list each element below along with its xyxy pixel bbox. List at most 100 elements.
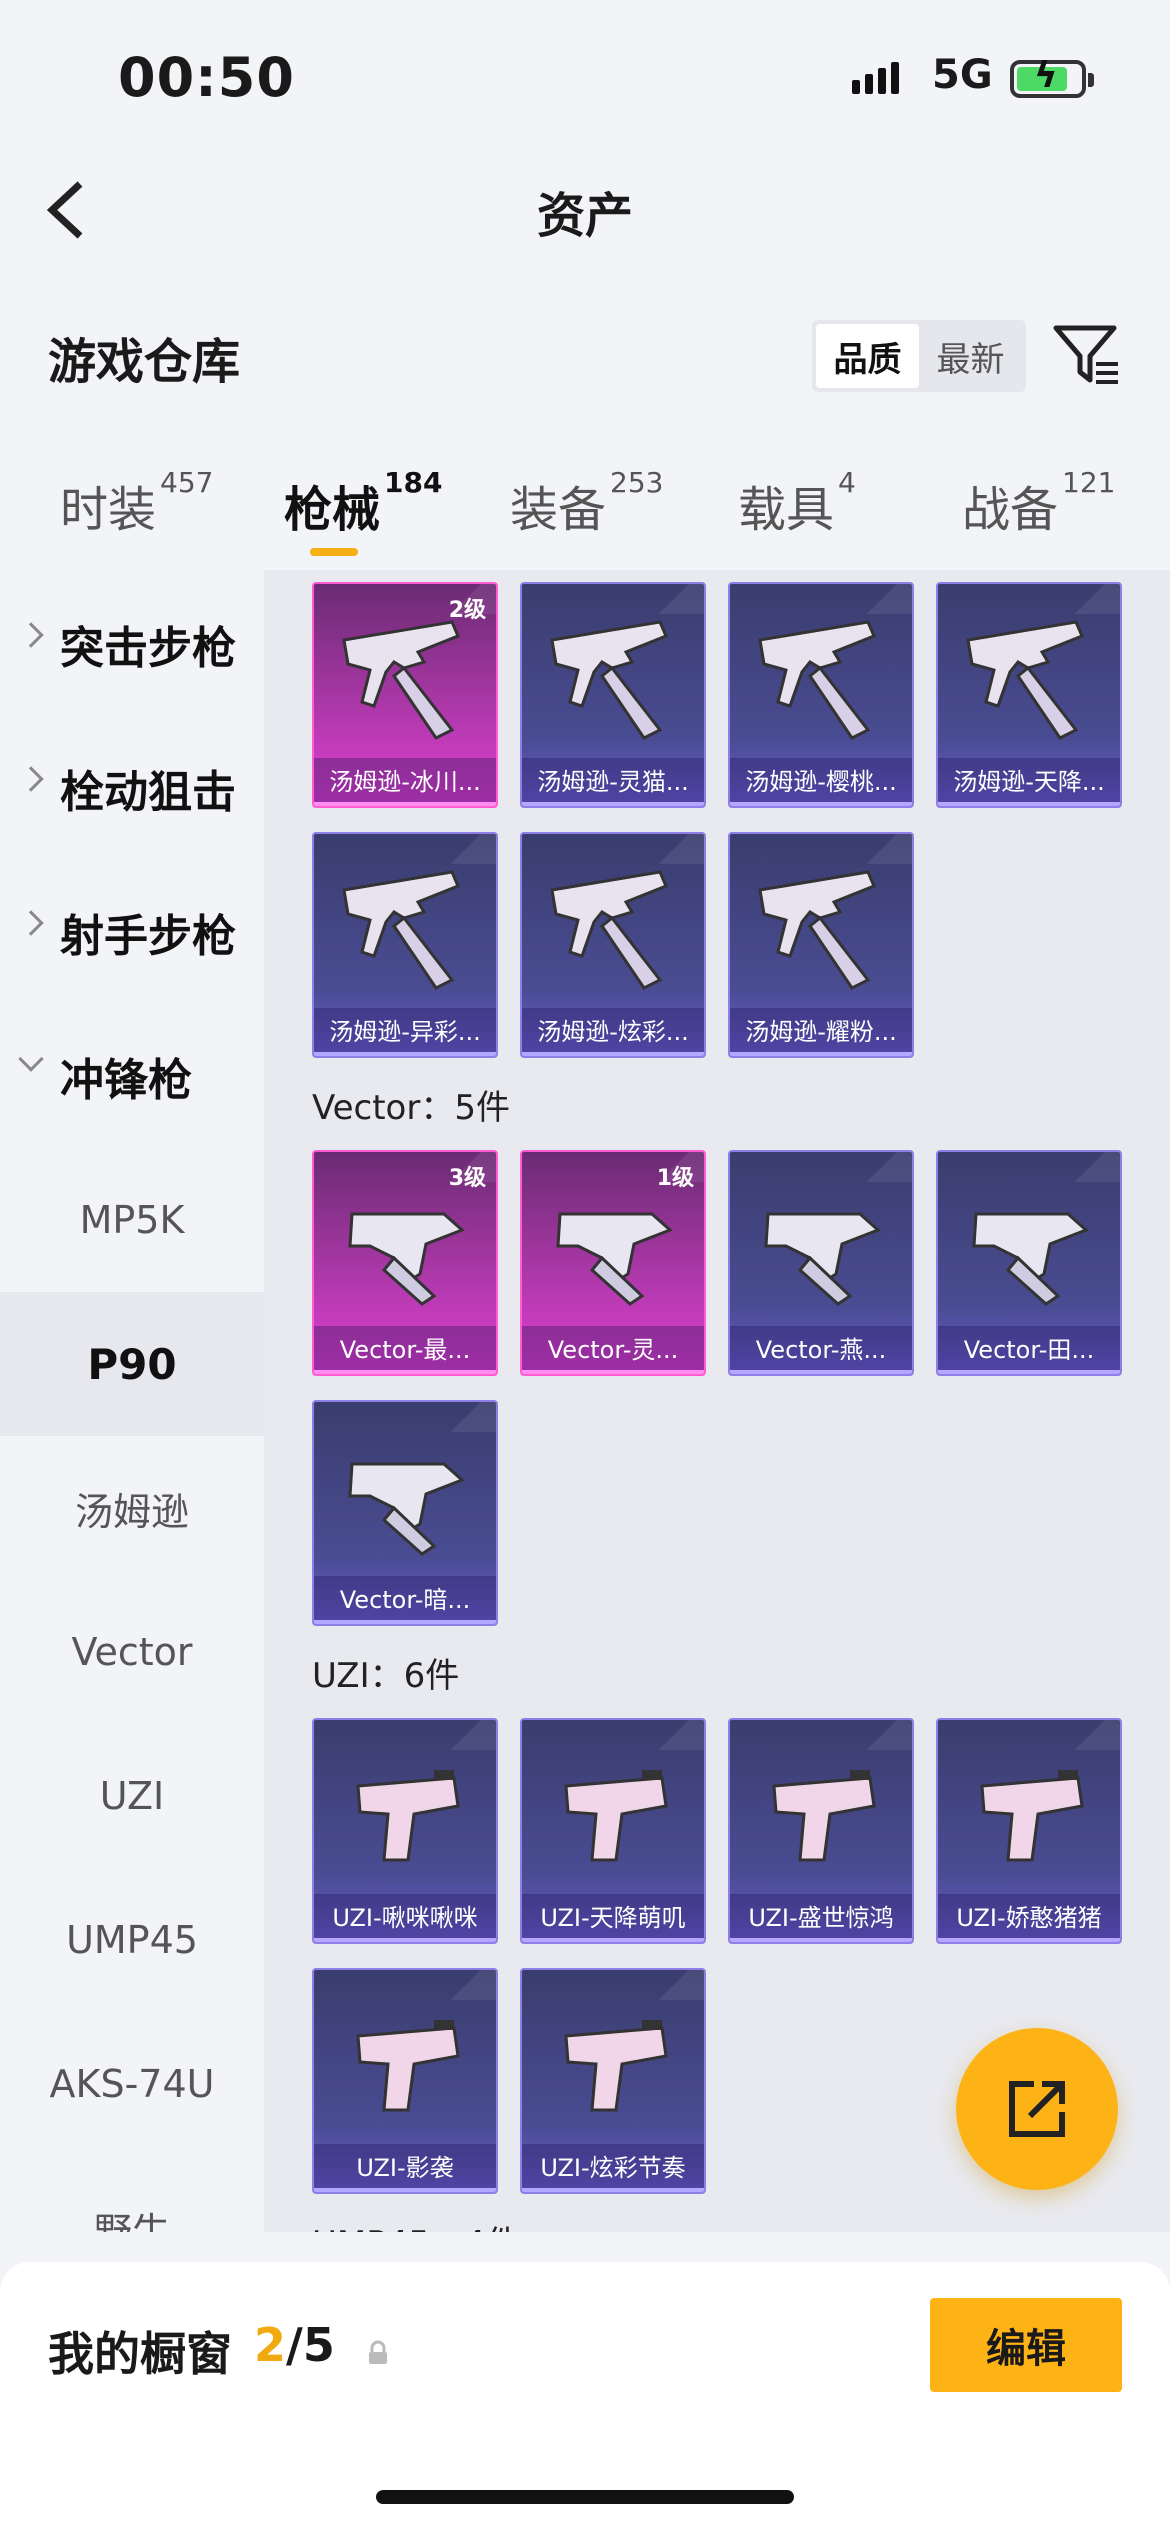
share-button[interactable] xyxy=(956,2028,1118,2190)
sidebar-group-marksman-rifle[interactable]: 射手步枪 xyxy=(0,860,264,1004)
rarity-bar xyxy=(730,1052,912,1056)
weapon-image xyxy=(342,870,460,990)
signal-icon xyxy=(852,62,899,94)
sidebar-group-assault-rifle[interactable]: 突击步枪 xyxy=(0,572,264,716)
weapon-grid-panel: 2级汤姆逊-冰川... 汤姆逊-灵猫... 汤姆逊-樱桃... 汤姆逊-天降... 汤姆… xyxy=(264,570,1170,2232)
sidebar-item-uzi[interactable]: UZI xyxy=(0,1724,264,1868)
section-title: 游戏仓库 xyxy=(48,334,241,390)
weapon-card[interactable]: 汤姆逊-樱桃... xyxy=(728,582,914,808)
rarity-bar xyxy=(730,1938,912,1942)
weapon-name: 汤姆逊-冰川... xyxy=(314,758,496,806)
rarity-bar xyxy=(314,802,496,806)
sidebar-item-aks74u[interactable]: AKS-74U xyxy=(0,2012,264,2156)
level-badge: 2级 xyxy=(448,598,486,623)
tab-supplies[interactable]: 战备 121 xyxy=(962,466,1115,540)
weapon-card[interactable]: UZI-影袭 xyxy=(312,1968,498,2194)
sort-quality-button[interactable]: 品质 xyxy=(816,324,919,388)
weapon-image xyxy=(564,1770,668,1862)
weapon-name: UZI-影袭 xyxy=(314,2144,496,2192)
sort-newest-button[interactable]: 最新 xyxy=(919,324,1022,388)
weapon-name: 汤姆逊-异彩... xyxy=(314,1008,496,1056)
tab-vehicles[interactable]: 载具 4 xyxy=(738,466,856,540)
category-tabs: 时装 457 枪械 184 装备 253 载具 4 战备 121 xyxy=(0,466,1170,570)
weapon-name: Vector-暗... xyxy=(314,1576,496,1624)
sidebar-item-vector[interactable]: Vector xyxy=(0,1580,264,1724)
sidebar-item-thompson[interactable]: 汤姆逊 xyxy=(0,1436,264,1580)
weapon-name: UZI-炫彩节奏 xyxy=(522,2144,704,2192)
weapon-image xyxy=(966,620,1084,740)
rarity-bar xyxy=(314,1620,496,1624)
sidebar-item-mp5k[interactable]: MP5K xyxy=(0,1148,264,1292)
weapon-name: UZI-啾咪啾咪 xyxy=(314,1894,496,1942)
rarity-bar xyxy=(938,1938,1120,1942)
sidebar-item-bison[interactable]: 野牛 xyxy=(0,2156,264,2233)
level-badge: 3级 xyxy=(448,1166,486,1191)
group-heading-uzi: UZI：6件 xyxy=(312,1656,460,1696)
rarity-bar xyxy=(522,802,704,806)
weapon-name: 汤姆逊-天降... xyxy=(938,758,1120,806)
weapon-name: 汤姆逊-灵猫... xyxy=(522,758,704,806)
sort-segmented-control: 品质 最新 xyxy=(812,320,1026,392)
weapon-card[interactable]: UZI-盛世惊鸿 xyxy=(728,1718,914,1944)
rarity-bar xyxy=(314,1370,496,1374)
rarity-bar xyxy=(522,1052,704,1056)
weapon-name: Vector-最... xyxy=(314,1326,496,1374)
weapon-name: Vector-灵... xyxy=(522,1326,704,1374)
weapon-card[interactable]: 1级 Vector-灵... xyxy=(520,1150,706,1376)
weapon-name: 汤姆逊-炫彩... xyxy=(522,1008,704,1056)
weapon-image xyxy=(356,2020,460,2112)
weapon-card[interactable]: UZI-啾咪啾咪 xyxy=(312,1718,498,1944)
weapon-card[interactable]: 汤姆逊-天降... xyxy=(936,582,1122,808)
weapon-card[interactable]: 2级汤姆逊-冰川... xyxy=(312,582,498,808)
level-badge: 1级 xyxy=(656,1166,694,1191)
weapon-card[interactable]: Vector-田... xyxy=(936,1150,1122,1376)
lock-icon xyxy=(369,2340,387,2364)
weapon-name: 汤姆逊-樱桃... xyxy=(730,758,912,806)
weapon-card[interactable]: Vector-燕... xyxy=(728,1150,914,1376)
weapon-name: Vector-田... xyxy=(938,1326,1120,1374)
tab-outfits[interactable]: 时装 457 xyxy=(60,466,213,540)
home-indicator xyxy=(376,2490,794,2504)
chevron-right-icon xyxy=(18,766,44,792)
chevron-down-icon xyxy=(18,1046,44,1072)
weapon-image xyxy=(348,1212,465,1306)
chevron-right-icon xyxy=(18,910,44,936)
rarity-bar xyxy=(730,802,912,806)
weapon-image xyxy=(550,870,668,990)
weapon-image xyxy=(772,1770,876,1862)
weapon-card[interactable]: UZI-天降萌叽 xyxy=(520,1718,706,1944)
rarity-bar xyxy=(938,1370,1120,1374)
page-title: 资产 xyxy=(536,188,633,244)
rarity-bar xyxy=(314,2188,496,2192)
weapon-name: Vector-燕... xyxy=(730,1326,912,1374)
weapon-card[interactable]: UZI-娇憨猪猪 xyxy=(936,1718,1122,1944)
weapon-image xyxy=(980,1770,1084,1862)
showcase-label: 我的橱窗 xyxy=(48,2327,232,2381)
weapon-card[interactable]: 汤姆逊-异彩... xyxy=(312,832,498,1058)
edit-button[interactable]: 编辑 xyxy=(930,2298,1122,2392)
weapon-category-sidebar: 突击步枪 栓动狙击 射手步枪 冲锋枪 MP5K P90 汤姆逊 Vector U… xyxy=(0,570,264,2232)
group-heading-vector: Vector：5件 xyxy=(312,1088,510,1128)
tab-equipment[interactable]: 装备 253 xyxy=(510,466,663,540)
weapon-card[interactable]: 汤姆逊-炫彩... xyxy=(520,832,706,1058)
rarity-bar xyxy=(314,1052,496,1056)
weapon-card[interactable]: 汤姆逊-耀粉... xyxy=(728,832,914,1058)
weapon-card[interactable]: Vector-暗... xyxy=(312,1400,498,1626)
group-heading-ump45: UMP45：4件 xyxy=(312,2216,520,2232)
weapon-card[interactable]: 汤姆逊-灵猫... xyxy=(520,582,706,808)
rarity-bar xyxy=(730,1370,912,1374)
status-bar: 00:50 5G ϟ xyxy=(0,0,1170,150)
weapon-image xyxy=(564,2020,668,2112)
tab-weapons[interactable]: 枪械 184 xyxy=(284,466,442,540)
weapon-card[interactable]: UZI-炫彩节奏 xyxy=(520,1968,706,2194)
weapon-card[interactable]: 3级 Vector-最... xyxy=(312,1150,498,1376)
rarity-bar xyxy=(522,2188,704,2192)
sidebar-group-bolt-sniper[interactable]: 栓动狙击 xyxy=(0,716,264,860)
sidebar-item-p90[interactable]: P90 xyxy=(0,1292,264,1436)
sidebar-item-ump45[interactable]: UMP45 xyxy=(0,1868,264,2012)
network-label: 5G xyxy=(932,52,993,98)
sidebar-group-smg[interactable]: 冲锋枪 xyxy=(0,1004,264,1148)
filter-icon xyxy=(1053,325,1118,384)
filter-button[interactable] xyxy=(1052,322,1122,388)
rarity-bar xyxy=(522,1370,704,1374)
